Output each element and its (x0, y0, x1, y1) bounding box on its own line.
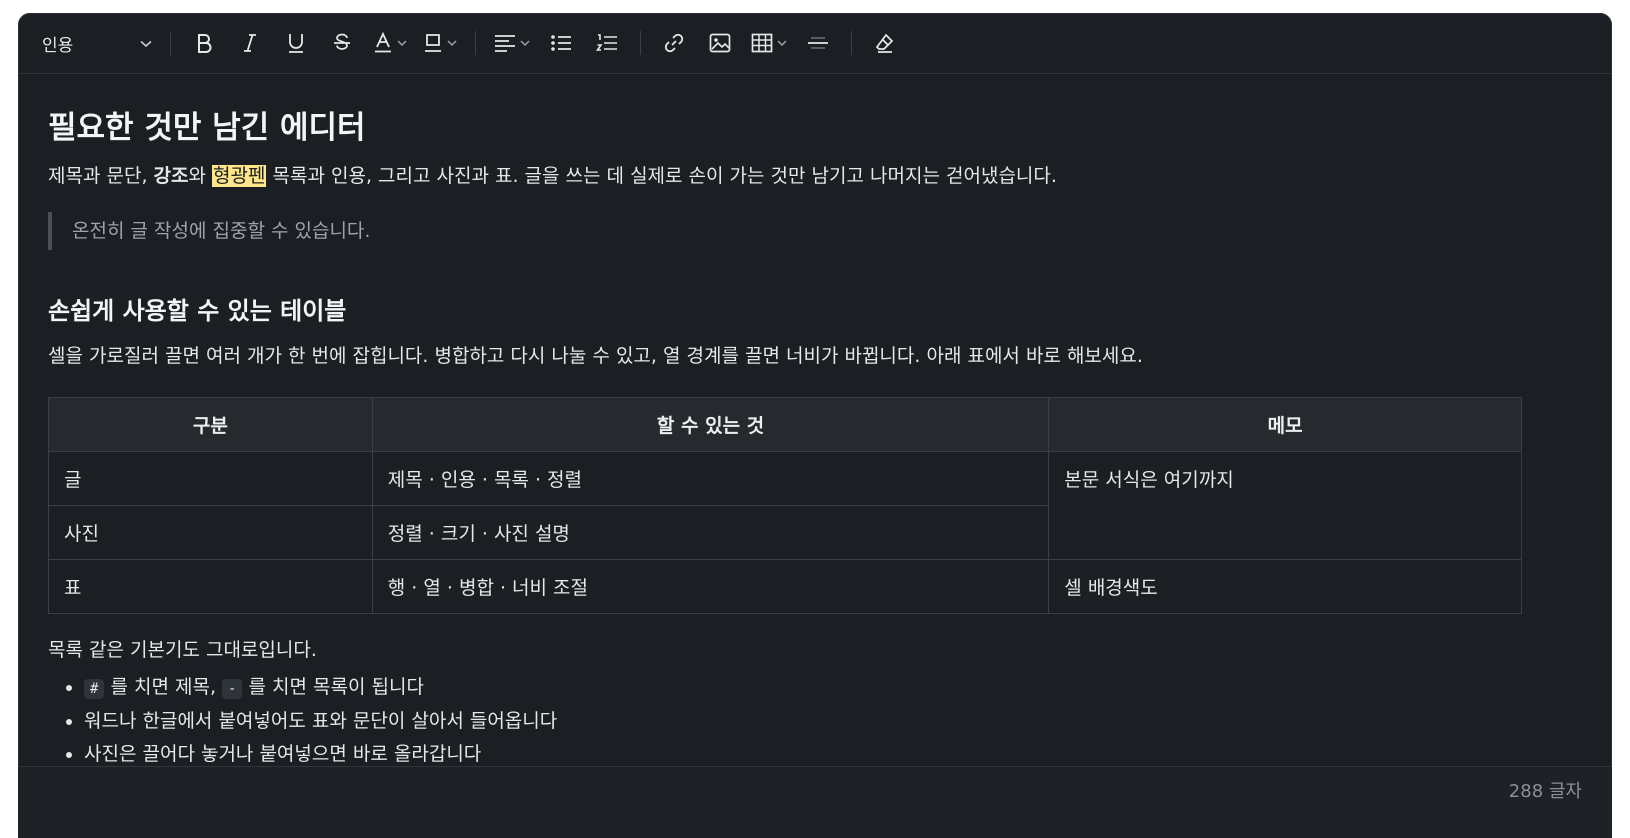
intro-paragraph: 제목과 문단, 강조와 형광펜 목록과 인용, 그리고 사진과 표. 글을 쓰는… (48, 165, 1057, 188)
clear-format-button[interactable] (866, 25, 904, 61)
toolbar-divider (640, 31, 641, 55)
section-paragraph: 셀을 가로질러 끌면 여러 개가 한 번에 잡힙니다. 병합하고 다시 나눌 수… (48, 344, 1143, 367)
table-cell[interactable]: 글 (48, 450, 373, 506)
toolbar-divider (170, 31, 171, 55)
table-cell[interactable]: 셀 배경색도 (1048, 558, 1522, 614)
table-header-cell[interactable]: 구분 (48, 396, 373, 452)
block-type-label: 인용 (42, 35, 74, 56)
highlight-button[interactable] (419, 25, 461, 61)
italic-button[interactable] (231, 25, 269, 61)
table-cell-merged[interactable]: 본문 서식은 여기까지 (1048, 450, 1522, 560)
underline-button[interactable] (277, 25, 315, 61)
editor: 인용 필요한 것만 남긴 에디터 제목과 문단, 강조와 형광펜 목록과 인용,… (18, 13, 1612, 838)
strikethrough-icon (334, 33, 350, 50)
table-icon (751, 33, 773, 53)
bullet-list-button[interactable] (542, 25, 580, 61)
chevron-down-icon (777, 39, 787, 46)
chevron-down-icon (520, 39, 530, 46)
table-cell[interactable]: 제목 · 인용 · 목록 · 정렬 (371, 450, 1050, 506)
horizontal-rule-icon (808, 37, 828, 49)
bold-button[interactable] (185, 25, 223, 61)
ordered-list-button[interactable] (588, 25, 626, 61)
status-bar: 288 글자 (18, 766, 1612, 838)
table-cell[interactable]: 표 (48, 558, 373, 614)
editor-content[interactable]: 필요한 것만 남긴 에디터 제목과 문단, 강조와 형광펜 목록과 인용, 그리… (18, 74, 1612, 771)
image-icon (709, 33, 731, 53)
align-left-icon (495, 35, 515, 52)
document-title: 필요한 것만 남긴 에디터 (48, 110, 366, 146)
toolbar-divider (851, 31, 852, 55)
align-button[interactable] (490, 25, 534, 61)
italic-icon (244, 34, 256, 52)
chevron-down-icon (447, 39, 457, 46)
horizontal-rule-button[interactable] (799, 25, 837, 61)
toolbar: 인용 (18, 13, 1612, 74)
highlighted-text: 형광펜 (212, 165, 267, 188)
block-type-select[interactable]: 인용 (42, 25, 160, 61)
char-count: 288 글자 (1508, 781, 1582, 802)
table-button[interactable] (747, 25, 791, 61)
bold-text: 강조 (153, 165, 189, 188)
list-item: # 를 치면 제목, - 를 치면 목록이 됩니다 (84, 671, 1582, 704)
text-color-icon (375, 32, 391, 53)
link-icon (664, 33, 684, 53)
list-item: 워드나 한글에서 붙여넣어도 표와 문단이 살아서 들어옵니다 (84, 705, 1582, 738)
inline-code: # (84, 679, 105, 700)
highlighter-icon (425, 34, 441, 52)
feature-table[interactable]: 구분 할 수 있는 것 메모 글 제목 · 인용 · 목록 · 정렬 본문 서식… (48, 396, 1522, 614)
ordered-list-icon (596, 34, 617, 51)
table-header-cell[interactable]: 할 수 있는 것 (371, 396, 1050, 452)
text-color-button[interactable] (369, 25, 411, 61)
table-header-row: 구분 할 수 있는 것 메모 (48, 396, 1522, 452)
bullet-list: # 를 치면 제목, - 를 치면 목록이 됩니다 워드나 한글에서 붙여넣어도… (48, 671, 1582, 771)
table-cell[interactable]: 행 · 열 · 병합 · 너비 조절 (371, 558, 1050, 614)
list-intro-paragraph: 목록 같은 기본기도 그대로입니다. (48, 638, 317, 661)
eraser-icon (875, 33, 894, 53)
table-row: 글 제목 · 인용 · 목록 · 정렬 본문 서식은 여기까지 (48, 450, 1522, 560)
table-cell[interactable]: 사진 (48, 504, 373, 560)
image-button[interactable] (701, 25, 739, 61)
toolbar-divider (475, 31, 476, 55)
chevron-down-icon (140, 33, 152, 53)
bullet-list-icon (551, 35, 571, 51)
section-heading: 손쉽게 사용할 수 있는 테이블 (48, 297, 347, 326)
underline-icon (289, 34, 303, 53)
table-header-cell[interactable]: 메모 (1048, 396, 1522, 452)
strikethrough-button[interactable] (323, 25, 361, 61)
link-button[interactable] (655, 25, 693, 61)
bold-icon (198, 34, 212, 53)
chevron-down-icon (397, 39, 407, 46)
inline-code: - (222, 679, 243, 700)
blockquote: 온전히 글 작성에 집중할 수 있습니다. (48, 211, 1582, 251)
table-cell[interactable]: 정렬 · 크기 · 사진 설명 (371, 504, 1050, 560)
table-row: 표 행 · 열 · 병합 · 너비 조절 셀 배경색도 (48, 558, 1522, 614)
